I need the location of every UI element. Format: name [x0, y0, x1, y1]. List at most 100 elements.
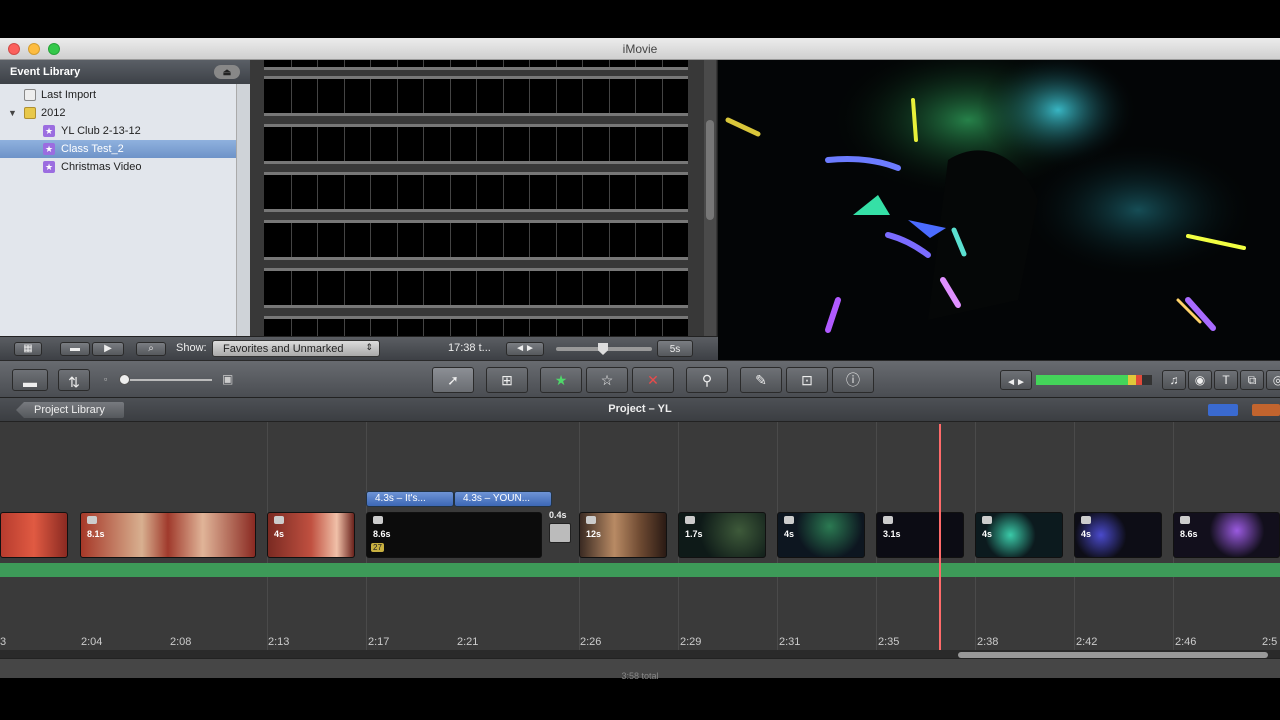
filmstrip-frame-divider	[555, 79, 557, 113]
show-label: Show:	[176, 342, 207, 354]
filmstrip-row[interactable]	[264, 268, 688, 308]
filmstrip-frame-divider	[529, 175, 530, 209]
eject-icon[interactable]: ⏏	[214, 65, 240, 79]
filmstrip-frame-divider	[582, 319, 583, 336]
view-mode-icon[interactable]	[1208, 404, 1238, 416]
filmstrip-row[interactable]	[264, 220, 688, 260]
star-event-icon: ★	[43, 125, 55, 137]
star-event-icon: ★	[43, 143, 55, 155]
favorite-star-icon[interactable]: ★	[540, 367, 582, 393]
timeline-clip[interactable]: 8.1s	[80, 512, 256, 558]
music-icon[interactable]: ♫	[1162, 370, 1186, 390]
timeline-clip[interactable]: 8.6s 27	[366, 512, 542, 558]
maps-icon[interactable]: ◎	[1266, 370, 1280, 390]
filmstrip-frame-divider	[502, 223, 504, 257]
event-toolbar: ▦ ▬ ▶ ⌕ Show: Favorites and Unmarked ⇕ 1…	[0, 336, 718, 360]
event-library-scrollbar[interactable]	[236, 84, 250, 336]
project-title: Project – YL	[608, 403, 672, 415]
filmstrip-frame-divider	[582, 223, 583, 257]
filmstrip-frame-divider	[290, 175, 292, 209]
transition-icon[interactable]	[549, 523, 571, 543]
event-item-class-test[interactable]: ★ Class Test_2	[0, 140, 236, 158]
title-clip[interactable]: 4.3s – YOUN...	[454, 491, 552, 507]
project-library-icon[interactable]: ▬	[12, 369, 48, 391]
filmstrip-frame-divider	[502, 319, 504, 336]
filmstrip-frame-divider	[582, 60, 583, 67]
clip-options-icon[interactable]	[1252, 404, 1280, 416]
show-filter-select[interactable]: Favorites and Unmarked ⇕	[212, 340, 380, 357]
thumb-duration-button[interactable]: 5s	[657, 340, 693, 357]
filmstrip-frame-divider	[502, 60, 504, 67]
disclosure-triangle-icon[interactable]: ▼	[8, 104, 17, 122]
filmstrip-frame-divider	[529, 271, 530, 305]
timeline-clip[interactable]: 3.1s	[876, 512, 964, 558]
filmstrip-frame-divider	[343, 223, 345, 257]
filmstrip-frame-divider	[290, 271, 292, 305]
info-icon[interactable]: ⓘ	[832, 367, 874, 393]
eyedropper-icon[interactable]: ✎	[740, 367, 782, 393]
keyword-tool-icon[interactable]: ⚲	[686, 367, 728, 393]
unmark-star-icon[interactable]: ☆	[586, 367, 628, 393]
filmstrip-frame-divider	[476, 223, 477, 257]
playhead[interactable]	[939, 424, 941, 650]
audio-skimming-icon[interactable]: ◄►	[1000, 370, 1032, 390]
timeline-clip[interactable]: 4s	[1074, 512, 1162, 558]
titles-icon[interactable]: T	[1214, 370, 1238, 390]
video-viewer[interactable]	[718, 60, 1280, 360]
filmstrip-row[interactable]	[264, 124, 688, 164]
filmstrip-frame-divider	[343, 60, 345, 67]
timeline-zoom-slider[interactable]	[124, 379, 212, 381]
filmstrip-frame-divider	[396, 223, 398, 257]
search-icon[interactable]: ⌕	[136, 342, 166, 356]
filmstrip-frame-divider	[423, 79, 424, 113]
title-clip[interactable]: 4.3s – It's...	[366, 491, 454, 507]
timeline-clip[interactable]: 4s	[267, 512, 355, 558]
project-timeline[interactable]: 4.3s – It's... 4.3s – YOUN... 8.1s 4s 8.…	[0, 422, 1280, 660]
filmstrip-row[interactable]	[264, 316, 688, 336]
audio-level-meter	[1036, 375, 1152, 385]
timeline-clip[interactable]	[0, 512, 68, 558]
select-tool-icon[interactable]: ➚	[432, 367, 474, 393]
event-item-christmas-video[interactable]: ★ Christmas Video	[0, 158, 250, 176]
imovie-window: iMovie Event Library ⏏ Last Import ▼ 201…	[0, 0, 1280, 720]
event-browser-scrollbar[interactable]	[704, 60, 716, 336]
filmstrip-row[interactable]	[264, 76, 688, 116]
timeline-clip[interactable]: 1.7s	[678, 512, 766, 558]
filmstrip-frame-divider	[529, 79, 530, 113]
filmstrip-frame-divider	[343, 127, 345, 161]
slider-knob[interactable]	[598, 343, 608, 355]
filmstrip-row[interactable]	[264, 60, 688, 70]
scrollbar-thumb[interactable]	[706, 120, 714, 220]
filmstrip-frame-divider	[449, 175, 451, 209]
timeline-clip[interactable]: 8.6s	[1173, 512, 1280, 558]
filmstrip-frame-divider	[449, 60, 451, 67]
viewer-frame	[718, 60, 1280, 360]
event-library-toggle-button[interactable]: ▦	[14, 342, 42, 356]
filmstrip-frame-divider	[582, 175, 583, 209]
swap-events-projects-icon[interactable]: ⇅	[58, 369, 90, 391]
ruler-tick: 2:35	[878, 636, 900, 648]
filmstrip-frame-divider	[661, 319, 663, 336]
timeline-clip[interactable]: 4s	[777, 512, 865, 558]
zoom-slider-knob[interactable]	[119, 374, 130, 385]
background-music-track[interactable]	[0, 563, 1280, 577]
filmstrip-row[interactable]	[264, 172, 688, 212]
add-to-project-icon[interactable]: ⊞	[486, 367, 528, 393]
event-browser[interactable]	[250, 60, 718, 336]
clip-duration: 8.1s	[87, 529, 105, 539]
timeline-clip[interactable]: 4s	[975, 512, 1063, 558]
crop-icon[interactable]: ⊡	[786, 367, 828, 393]
camera-icon[interactable]: ◉	[1188, 370, 1212, 390]
timeline-clip[interactable]: 12s	[579, 512, 667, 558]
camera-import-button[interactable]: ▬	[60, 342, 90, 356]
audio-waveform-button[interactable]: ◄►	[506, 342, 544, 356]
filmstrip-frame-divider	[608, 79, 610, 113]
event-folder-2012[interactable]: ▼ 2012	[0, 104, 250, 122]
play-button[interactable]: ▶	[92, 342, 124, 356]
event-item-yl-club[interactable]: ★ YL Club 2-13-12	[0, 122, 250, 140]
filmstrip-frame-divider	[343, 175, 345, 209]
reject-x-icon[interactable]: ✕	[632, 367, 674, 393]
filmstrip-frame-divider	[343, 271, 345, 305]
transitions-icon[interactable]: ⧉	[1240, 370, 1264, 390]
event-item-last-import[interactable]: Last Import	[0, 86, 250, 104]
